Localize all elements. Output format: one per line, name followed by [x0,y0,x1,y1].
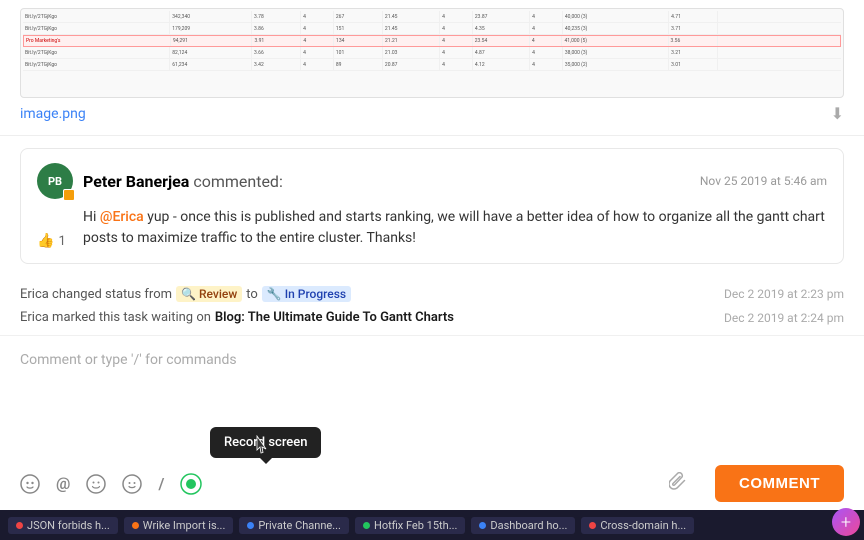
reaction-icon[interactable] [122,474,142,494]
avatar: PB [37,163,73,199]
comment-placeholder[interactable]: Comment or type '/' for commands [20,346,844,374]
taskbar-dot-3 [247,522,254,529]
like-row: 👍 1 [37,233,66,249]
taskbar-dot-5 [479,522,486,529]
to-status-icon: 🔧 [267,287,282,301]
taskbar-dot-4 [363,522,370,529]
like-icon[interactable]: 👍 [37,233,54,249]
comment-section: PB Peter Banerjea commented: Nov 25 2019… [0,136,864,276]
comment-author-row: PB Peter Banerjea commented: [37,163,283,199]
activity-text-2: Erica marked this task waiting on Blog: … [20,310,454,325]
image-link-row: image.png ⬇ [20,104,844,123]
comment-header: PB Peter Banerjea commented: Nov 25 2019… [37,163,827,199]
spreadsheet-table: Bit.ly/2TGjKgo 342,340 3.78 4 267 21.45 … [21,9,843,97]
comment-timestamp: Nov 25 2019 at 5:46 am [700,174,827,188]
table-row: Bit.ly/2TGjKgo 179,209 3.86 4 151 21.45 … [23,23,841,35]
activity-section: Erica changed status from 🔍 Review to 🔧 … [0,276,864,335]
comment-text: Hi @Erica yup - once this is published a… [83,207,827,249]
from-status-badge: 🔍 Review [176,286,242,302]
emoji-icon[interactable] [86,474,106,494]
to-status-badge: 🔧 In Progress [262,286,351,302]
taskbar-label-3: Private Channe... [258,519,341,532]
taskbar-label-1: JSON forbids h... [27,519,110,532]
activity-text-before-2: Erica marked this task waiting on [20,310,211,325]
taskbar-item-6[interactable]: Cross-domain h... [581,517,694,534]
commented-label: commented: [193,172,283,191]
taskbar-item-4[interactable]: Hotfix Feb 15th... [355,517,465,534]
taskbar-dot-1 [16,522,23,529]
emoji-person-icon[interactable] [20,474,40,494]
activity-time-1: Dec 2 2019 at 2:23 pm [724,287,844,301]
table-row: Bit.ly/2TGjKgo 342,340 3.78 4 267 21.45 … [23,11,841,23]
activity-item-1: Erica changed status from 🔍 Review to 🔧 … [20,282,844,306]
comment-button[interactable]: COMMENT [715,465,844,502]
comment-text-part1: Hi [83,209,96,225]
activity-text-1: Erica changed status from 🔍 Review to 🔧 … [20,286,351,302]
taskbar-item-5[interactable]: Dashboard ho... [471,517,575,534]
taskbar-dot-2 [132,522,139,529]
activity-item-2: Erica marked this task waiting on Blog: … [20,306,844,329]
comment-block: PB Peter Banerjea commented: Nov 25 2019… [20,148,844,264]
cursor-indicator [252,435,272,464]
slash-commands-icon[interactable]: / [158,474,164,493]
table-row-highlighted: Pro Marketing's 94,291 3.91 4 134 21.21 … [23,35,841,47]
activity-to-label: to [246,287,258,302]
comment-meta: Peter Banerjea commented: [83,172,283,191]
comment-input-area[interactable]: Comment or type '/' for commands [0,335,864,459]
taskbar-item-3[interactable]: Private Channe... [239,517,349,534]
from-status-icon: 🔍 [181,287,196,301]
taskbar-dot-6 [589,522,596,529]
image-preview: Bit.ly/2TGjKgo 342,340 3.78 4 267 21.45 … [20,8,844,98]
author-name: Peter Banerjea commented: [83,172,283,191]
activity-time-2: Dec 2 2019 at 2:24 pm [724,311,844,325]
activity-text-before: Erica changed status from [20,287,172,302]
avatar-badge [63,189,75,201]
taskbar-item-1[interactable]: JSON forbids h... [8,517,118,534]
image-section: Bit.ly/2TGjKgo 342,340 3.78 4 267 21.45 … [0,0,864,136]
activity-bold-link[interactable]: Blog: The Ultimate Guide To Gantt Charts [215,310,454,325]
taskbar-label-2: Wrike Import is... [143,519,226,532]
taskbar-item-2[interactable]: Wrike Import is... [124,517,234,534]
taskbar-label-4: Hotfix Feb 15th... [374,519,457,532]
comment-text-part2: yup - once this is published and starts … [83,209,825,246]
like-count: 1 [58,234,65,249]
toolbar-left: @ / [20,473,202,495]
main-container: Bit.ly/2TGjKgo 342,340 3.78 4 267 21.45 … [0,0,864,540]
from-status-text: Review [199,287,237,301]
author-name-text: Peter Banerjea [83,172,189,191]
table-row: Bit.ly/2TGjKgo 82,124 3.66 4 101 21.03 4… [23,47,841,59]
record-screen-icon[interactable] [180,473,202,495]
image-filename-link[interactable]: image.png [20,106,86,122]
download-icon[interactable]: ⬇ [831,104,844,123]
toolbar: Record screen @ [0,459,864,510]
taskbar-label-5: Dashboard ho... [490,519,567,532]
bottom-taskbar: JSON forbids h... Wrike Import is... Pri… [0,510,864,540]
to-status-text: In Progress [285,287,346,301]
taskbar-label-6: Cross-domain h... [600,519,686,532]
attachment-icon[interactable] [669,472,687,495]
toolbar-right: COMMENT [669,465,844,502]
mention-icon[interactable]: @ [56,474,70,493]
comment-mention: @Erica [100,209,144,225]
fab-button[interactable]: + [832,508,860,536]
table-row: Bit.ly/2TGjKgo 61,234 3.42 4 89 20.87 4 … [23,59,841,71]
